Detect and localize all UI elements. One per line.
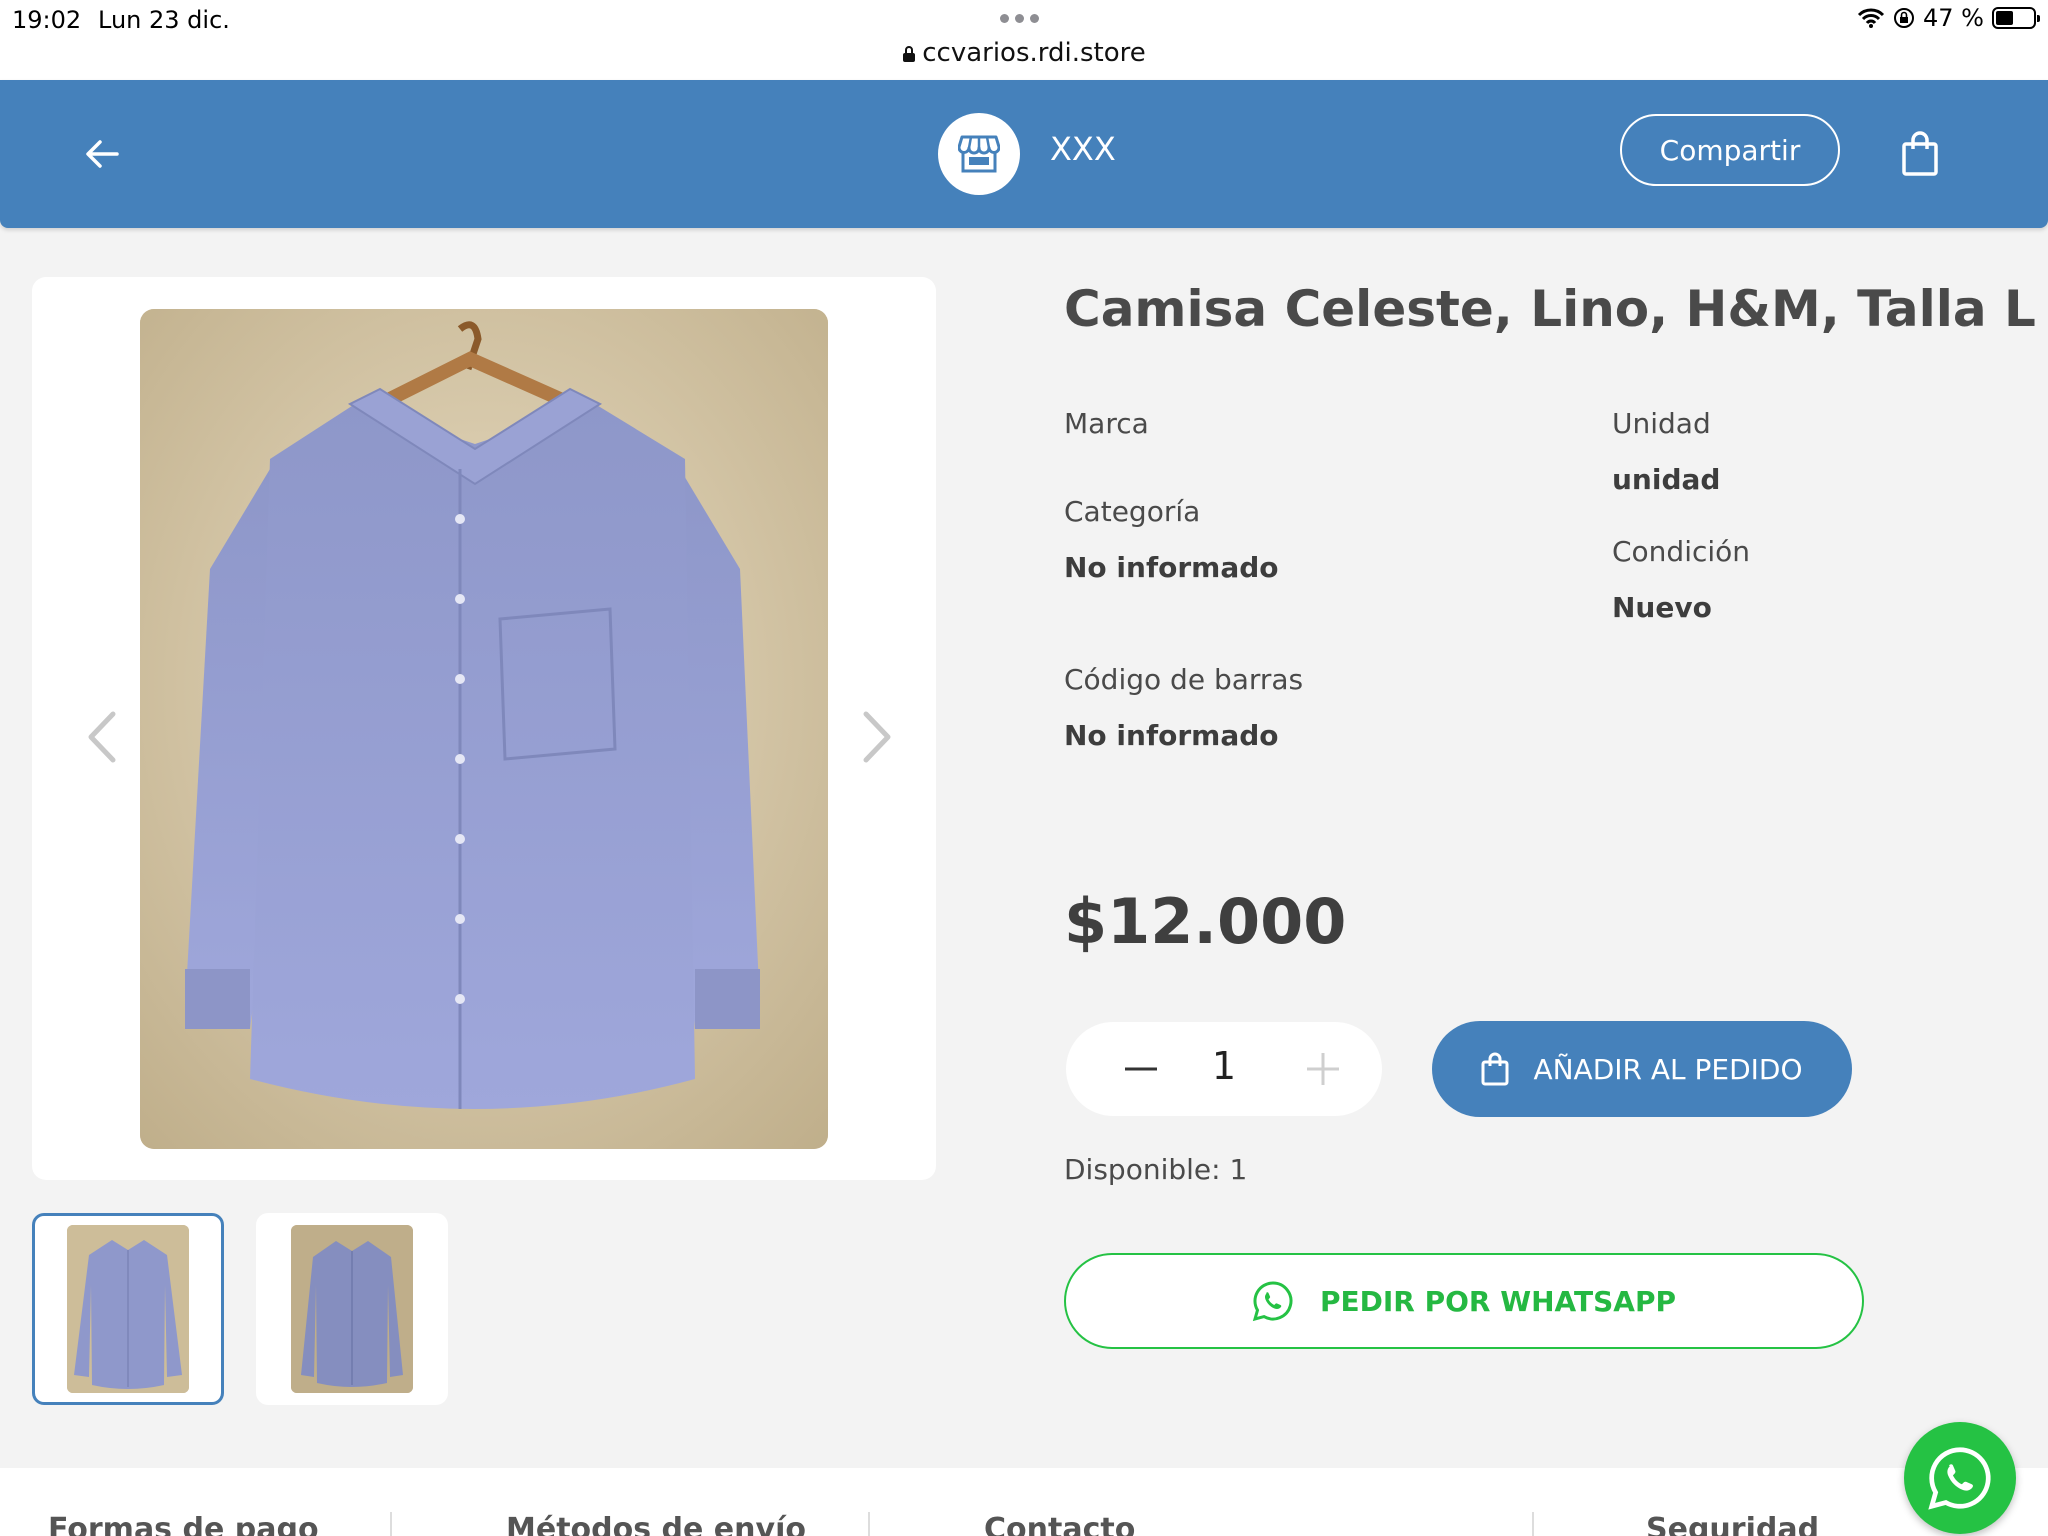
- product-price: $12.000: [1064, 885, 1347, 958]
- cart-button[interactable]: [1895, 124, 1945, 184]
- condition-value: Nuevo: [1612, 591, 1712, 624]
- category-value: No informado: [1064, 551, 1279, 584]
- minus-icon: [1125, 1067, 1157, 1071]
- quantity-value[interactable]: 1: [1204, 1044, 1244, 1088]
- multitasking-dots-icon[interactable]: [1000, 14, 1039, 23]
- order-by-whatsapp-button[interactable]: PEDIR POR WHATSAPP: [1064, 1253, 1864, 1349]
- barcode-value: No informado: [1064, 719, 1279, 752]
- url-text: ccvarios.rdi.store: [922, 38, 1146, 68]
- footer-payment-methods[interactable]: Formas de pago: [48, 1512, 319, 1536]
- back-button[interactable]: [80, 124, 124, 184]
- add-to-order-button[interactable]: AÑADIR AL PEDIDO: [1432, 1021, 1852, 1117]
- ios-status-bar: 19:02 Lun 23 dic. ccvarios.rdi.store 47 …: [0, 0, 2048, 80]
- product-gallery: [32, 277, 936, 1180]
- barcode-label: Código de barras: [1064, 663, 1304, 696]
- stock-available: Disponible: 1: [1064, 1153, 1248, 1186]
- product-title: Camisa Celeste, Lino, H&M, Talla L: [1064, 280, 2036, 338]
- address-bar[interactable]: ccvarios.rdi.store: [0, 38, 2048, 68]
- thumbnail-image: [67, 1225, 189, 1393]
- floating-whatsapp-button[interactable]: [1904, 1422, 2016, 1534]
- shirt-photo: [140, 309, 828, 1149]
- unit-value: unidad: [1612, 463, 1721, 496]
- store-icon: [958, 135, 1000, 173]
- product-main-image[interactable]: [140, 309, 828, 1149]
- store-header: XXX Compartir: [0, 80, 2048, 228]
- footer-divider: [1532, 1512, 1534, 1536]
- shopping-bag-icon: [1481, 1052, 1509, 1086]
- lock-icon: [903, 45, 916, 62]
- share-button[interactable]: Compartir: [1620, 114, 1840, 186]
- quantity-stepper: 1: [1066, 1022, 1382, 1116]
- next-image-button[interactable]: [852, 697, 902, 777]
- footer-divider: [390, 1512, 392, 1536]
- store-name[interactable]: XXX: [1050, 130, 1116, 168]
- brand-label: Marca: [1064, 407, 1149, 440]
- battery-icon: [1992, 7, 2040, 29]
- site-footer: Formas de pago Métodos de envío Contacto…: [0, 1468, 2048, 1536]
- whatsapp-icon: [1928, 1447, 1991, 1510]
- condition-label: Condición: [1612, 535, 1751, 568]
- status-date: Lun 23 dic.: [98, 6, 230, 34]
- whatsapp-icon: [1252, 1281, 1293, 1322]
- add-to-order-label: AÑADIR AL PEDIDO: [1533, 1052, 1803, 1086]
- footer-contact[interactable]: Contacto: [984, 1512, 1135, 1536]
- back-arrow-icon: [86, 140, 119, 168]
- status-time: 19:02: [12, 6, 82, 34]
- footer-security[interactable]: Seguridad: [1646, 1512, 1819, 1536]
- status-indicators: 47 %: [1857, 4, 2040, 32]
- shopping-bag-icon: [1902, 131, 1938, 176]
- unit-label: Unidad: [1612, 407, 1711, 440]
- decrease-quantity-button[interactable]: [1116, 1044, 1166, 1094]
- battery-percent: 47 %: [1923, 4, 1984, 32]
- footer-shipping-methods[interactable]: Métodos de envío: [506, 1512, 806, 1536]
- thumbnail-1[interactable]: [32, 1213, 224, 1405]
- thumbnail-2[interactable]: [256, 1213, 448, 1405]
- increase-quantity-button[interactable]: [1298, 1044, 1348, 1094]
- footer-divider: [868, 1512, 870, 1536]
- whatsapp-button-label: PEDIR POR WHATSAPP: [1319, 1284, 1677, 1318]
- plus-icon: [1307, 1053, 1339, 1085]
- prev-image-button[interactable]: [77, 697, 127, 777]
- orientation-lock-icon: [1894, 8, 1915, 28]
- wifi-icon: [1857, 8, 1885, 28]
- chevron-right-icon: [863, 711, 891, 763]
- chevron-left-icon: [88, 711, 116, 763]
- thumbnail-image: [291, 1225, 413, 1393]
- category-label: Categoría: [1064, 495, 1201, 528]
- store-logo[interactable]: [938, 113, 1020, 195]
